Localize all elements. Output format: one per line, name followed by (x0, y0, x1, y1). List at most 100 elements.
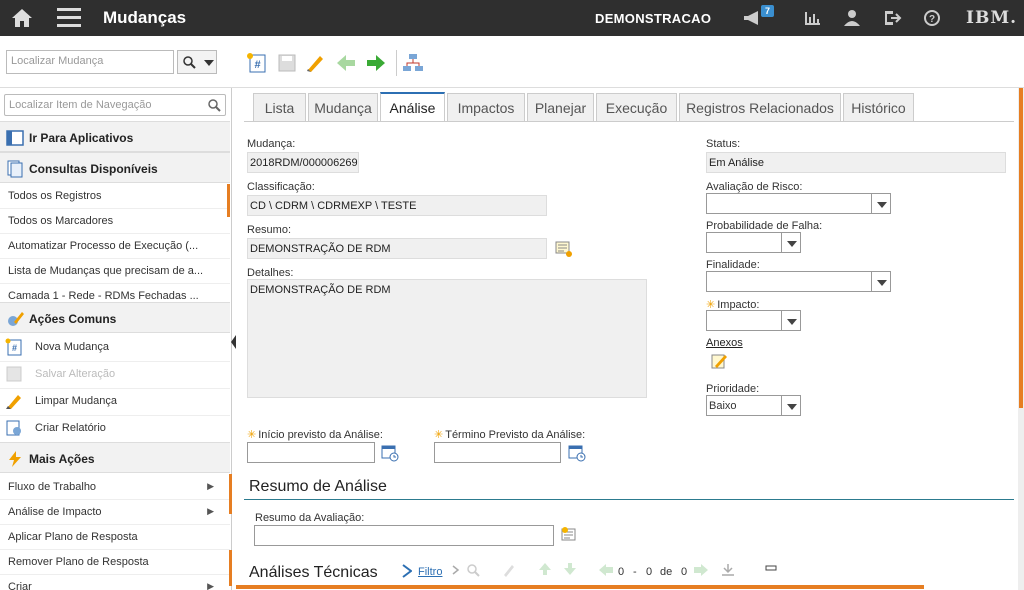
long-description-icon[interactable] (561, 527, 579, 545)
action-clear-change-label: Limpar Mudança (35, 395, 117, 407)
tab-impacts[interactable]: Impactos (447, 93, 525, 121)
home-icon[interactable] (10, 7, 34, 29)
logout-icon[interactable] (882, 9, 902, 27)
page-of: de (660, 566, 673, 578)
tab-change[interactable]: Mudança (308, 93, 378, 121)
more-actions-section[interactable]: Mais Ações (0, 442, 230, 473)
action-create-label: Criar (8, 581, 32, 590)
page-dash: - (633, 566, 637, 578)
go-to-apps-section[interactable]: Ir Para Aplicativos (0, 121, 230, 152)
chevron-down-icon[interactable] (781, 310, 801, 331)
section-marker (229, 474, 232, 514)
clear-icon[interactable] (304, 52, 326, 74)
arrow-down-icon[interactable] (563, 562, 577, 576)
action-remove-response-plan[interactable]: Remover Plano de Resposta (0, 550, 230, 575)
workflow-icon[interactable] (402, 52, 424, 74)
minimize-icon[interactable] (765, 563, 777, 573)
previous-arrow-icon[interactable] (335, 52, 357, 74)
nav-search-input[interactable]: Localizar Item de Navegação (4, 94, 226, 116)
arrow-up-icon[interactable] (538, 562, 552, 576)
long-description-icon[interactable] (555, 240, 573, 258)
new-record-icon[interactable]: # (246, 52, 268, 74)
previous-page-icon[interactable] (598, 563, 614, 577)
expand-icon[interactable] (402, 564, 412, 578)
horizontal-scrollbar[interactable] (236, 585, 924, 589)
change-field[interactable]: 2018RDM/000006269 (247, 152, 359, 173)
risk-label: Avaliação de Risco: (706, 181, 803, 193)
failure-probability-select[interactable] (706, 232, 782, 253)
vertical-scrollbar[interactable] (1018, 88, 1024, 590)
status-field[interactable]: Em Análise (706, 152, 1006, 173)
megaphone-icon[interactable] (742, 9, 762, 27)
common-actions-label: Ações Comuns (29, 312, 117, 326)
query-changes-pending[interactable]: Lista de Mudanças que precisam de a... (0, 259, 230, 284)
queries-section[interactable]: Consultas Disponíveis (0, 152, 230, 183)
action-apply-response-plan[interactable]: Aplicar Plano de Resposta (0, 525, 230, 550)
menu-icon[interactable] (57, 8, 81, 28)
query-all-bookmarks[interactable]: Todos os Marcadores (0, 209, 230, 234)
chevron-down-icon[interactable] (871, 193, 891, 214)
search-icon (183, 56, 196, 69)
action-create[interactable]: Criar ▶ (0, 575, 230, 590)
tab-execution[interactable]: Execução (596, 93, 677, 121)
chevron-down-icon[interactable] (781, 232, 801, 253)
impact-select[interactable] (706, 310, 782, 331)
chevron-down-icon[interactable] (781, 395, 801, 416)
priority-label: Prioridade: (706, 383, 760, 395)
action-new-change[interactable]: # Nova Mudança (0, 335, 230, 362)
action-workflow[interactable]: Fluxo de Trabalho ▶ (0, 475, 230, 500)
chevron-down-icon[interactable] (871, 271, 891, 292)
query-automate-execution[interactable]: Automatizar Processo de Execução (... (0, 234, 230, 259)
summary-field[interactable]: DEMONSTRAÇÃO DE RDM (247, 238, 547, 259)
calendar-icon[interactable] (568, 444, 586, 462)
chevron-right-icon[interactable] (450, 564, 462, 576)
svg-text:?: ? (929, 14, 935, 25)
tab-list[interactable]: Lista (253, 93, 306, 121)
collapse-sidebar-icon[interactable] (231, 335, 236, 349)
action-save-change[interactable]: Salvar Alteração (0, 362, 230, 389)
end-date-input[interactable] (434, 442, 561, 463)
classification-field[interactable]: CD \ CDRM \ CDRMEXP \ TESTE (247, 195, 547, 216)
action-clear-change[interactable]: Limpar Mudança (0, 389, 230, 416)
attachments-link[interactable]: Anexos (706, 337, 743, 349)
download-icon[interactable] (720, 563, 736, 577)
user-icon[interactable] (842, 9, 862, 27)
clear-icon (6, 395, 21, 409)
end-date-label: ✳ Término Previsto da Análise: (434, 428, 585, 441)
action-create-report[interactable]: Criar Relatório (0, 416, 230, 443)
tab-history[interactable]: Histórico (843, 93, 914, 121)
attachment-icon[interactable] (710, 352, 728, 370)
search-icon[interactable] (207, 98, 221, 112)
action-impact-analysis[interactable]: Análise de Impacto ▶ (0, 500, 230, 525)
tab-divider (244, 121, 1014, 122)
common-actions-section[interactable]: Ações Comuns (0, 302, 230, 333)
go-to-apps-label: Ir Para Aplicativos (29, 131, 134, 145)
save-icon[interactable] (276, 52, 298, 74)
tab-analysis[interactable]: Análise (380, 92, 445, 122)
details-field[interactable]: DEMONSTRAÇÃO DE RDM (247, 279, 647, 398)
more-actions-label: Mais Ações (29, 452, 95, 466)
evaluation-summary-input[interactable] (254, 525, 554, 546)
next-arrow-icon[interactable] (365, 52, 387, 74)
details-label: Detalhes: (247, 267, 294, 279)
clear-icon[interactable] (502, 563, 516, 577)
search-button[interactable] (177, 50, 217, 74)
filter-link[interactable]: Filtro (418, 566, 442, 578)
tab-related-records[interactable]: Registros Relacionados (679, 93, 841, 121)
purpose-select[interactable] (706, 271, 872, 292)
risk-select[interactable] (706, 193, 872, 214)
chart-icon[interactable] (803, 9, 823, 27)
start-date-input[interactable] (247, 442, 375, 463)
calendar-icon[interactable] (381, 444, 399, 462)
next-page-icon[interactable] (693, 563, 709, 577)
scroll-thumb[interactable] (1019, 88, 1023, 408)
search-input[interactable]: Localizar Mudança (6, 50, 174, 74)
priority-select[interactable]: Baixo (706, 395, 782, 416)
query-all-records[interactable]: Todos os Registros (0, 184, 230, 209)
search-icon[interactable] (466, 563, 480, 577)
summary-label: Resumo: (247, 224, 292, 236)
failure-probability-label: Probabilidade de Falha: (706, 220, 823, 232)
tab-plan[interactable]: Planejar (527, 93, 594, 121)
page-to: 0 (646, 566, 653, 578)
help-icon[interactable]: ? (922, 9, 942, 27)
